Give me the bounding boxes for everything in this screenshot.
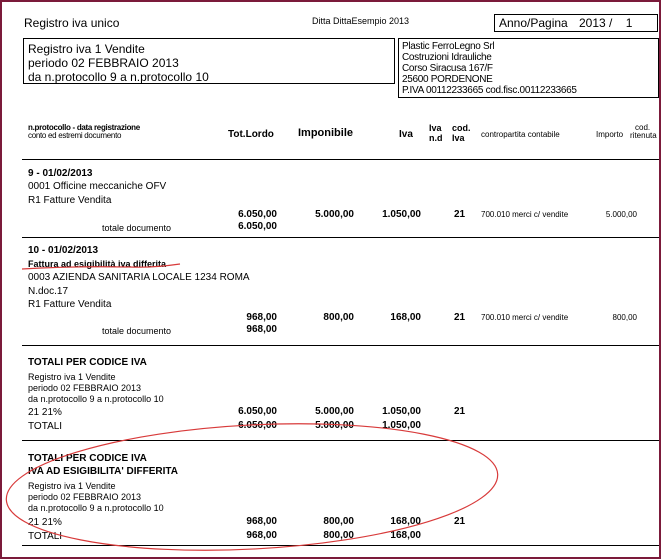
annotation-underline bbox=[21, 263, 181, 270]
annotation-overlay bbox=[5, 263, 499, 551]
register-page: Registro iva unico Ditta DittaEsempio 20… bbox=[0, 0, 661, 559]
annotation-ellipse bbox=[5, 423, 499, 551]
